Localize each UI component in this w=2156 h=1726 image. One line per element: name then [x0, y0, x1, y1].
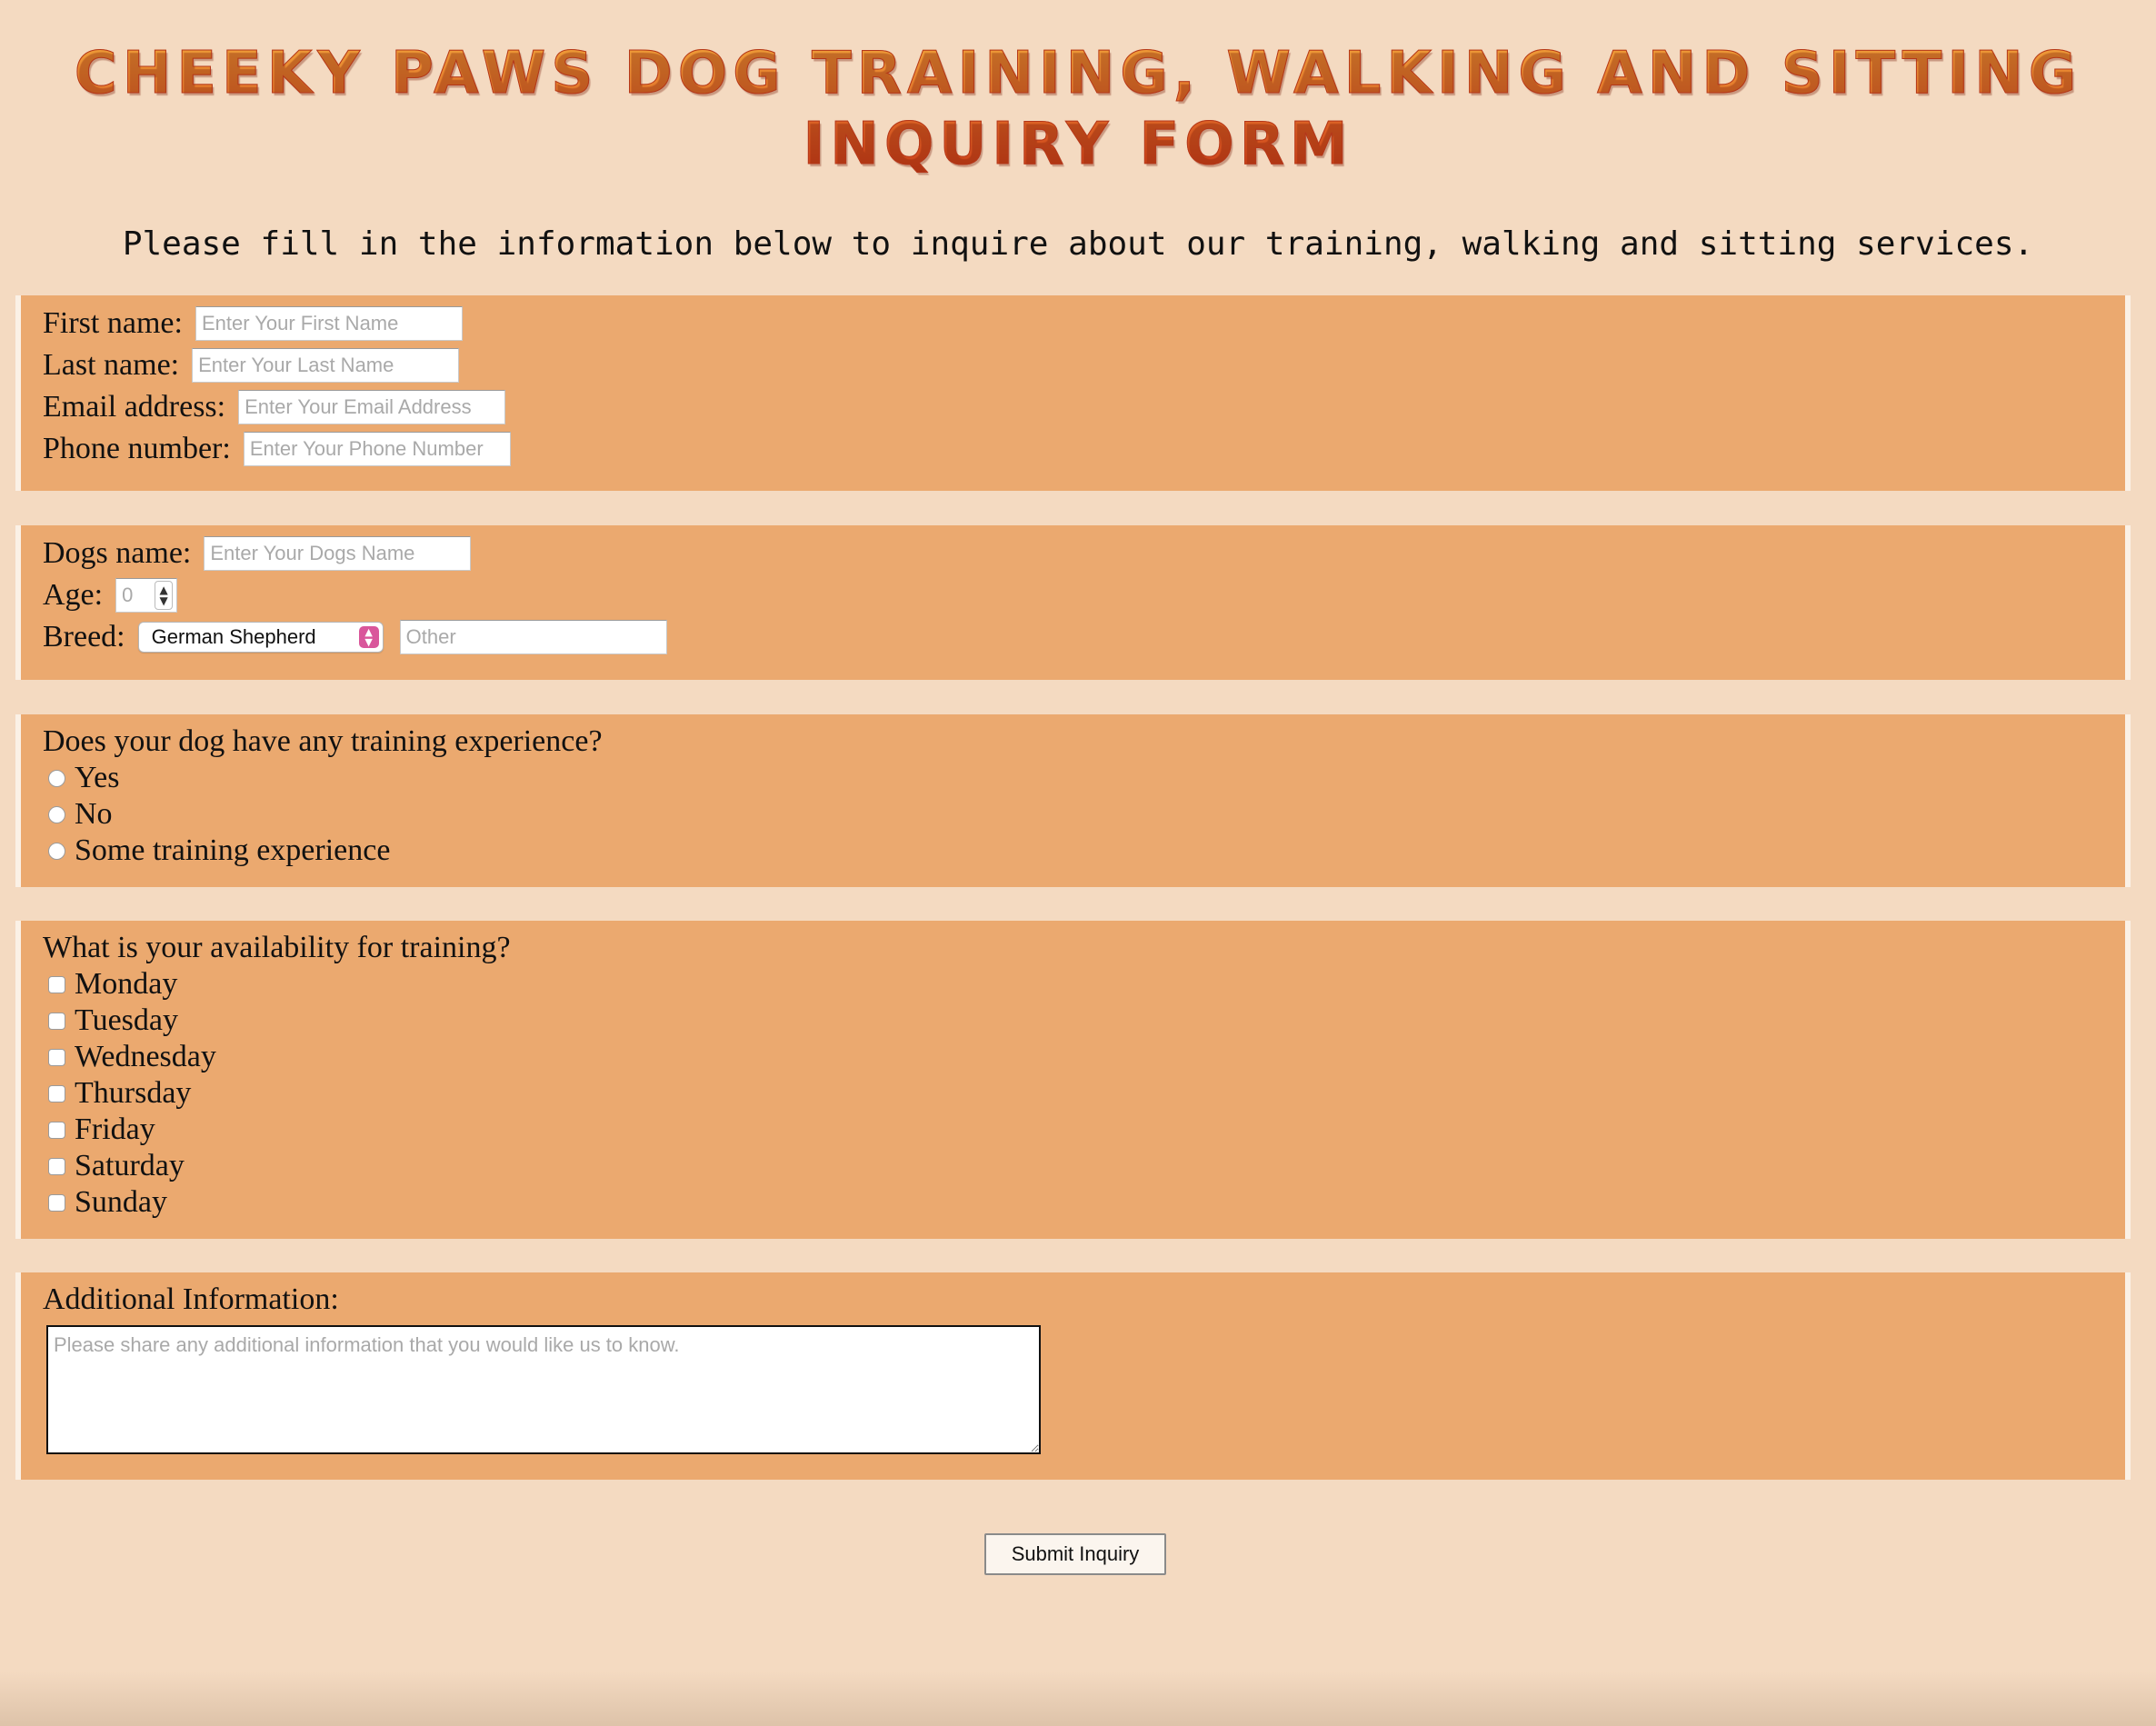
radio-label: No [75, 797, 113, 831]
day-option-sunday[interactable]: Sunday [43, 1184, 2125, 1221]
additional-info-label: Additional Information: [43, 1282, 339, 1316]
radio-some[interactable] [48, 842, 65, 860]
breed-selected-value: German Shepherd [151, 625, 316, 648]
dog-name-row: Dogs name: [43, 533, 2125, 574]
email-label: Email address: [43, 390, 226, 424]
phone-row: Phone number: [43, 428, 2125, 470]
day-option-tuesday[interactable]: Tuesday [43, 1003, 2125, 1039]
age-label: Age: [43, 578, 104, 612]
checkbox-friday[interactable] [48, 1121, 65, 1139]
training-option-yes[interactable]: Yes [43, 760, 2125, 796]
day-option-friday[interactable]: Friday [43, 1112, 2125, 1148]
training-experience-question: Does your dog have any training experien… [43, 724, 603, 758]
stepper-arrows-icon[interactable]: ▲ ▼ [155, 581, 174, 610]
checkbox-label: Wednesday [75, 1040, 216, 1073]
checkbox-saturday[interactable] [48, 1157, 65, 1175]
day-option-thursday[interactable]: Thursday [43, 1075, 2125, 1112]
additional-info-panel: Additional Information: [15, 1272, 2131, 1480]
phone-label: Phone number: [43, 432, 231, 465]
age-input[interactable] [122, 584, 150, 607]
radio-yes[interactable] [48, 769, 65, 787]
owner-info-panel: First name: Last name: Email address: Ph… [15, 295, 2131, 491]
breed-select[interactable]: German Shepherd ▲ ▼ [137, 622, 384, 653]
page-title: Cheeky Paws Dog Training, Walking and Si… [0, 38, 2156, 180]
age-stepper[interactable]: ▲▼ [115, 578, 178, 613]
availability-question: What is your availability for training? [43, 931, 511, 964]
breed-row: Breed: German Shepherd ▲ ▼ [43, 616, 2125, 658]
checkbox-label: Friday [75, 1112, 155, 1146]
window-bottom-shadow [0, 1671, 2156, 1726]
dog-name-input[interactable] [204, 536, 472, 571]
checkbox-wednesday[interactable] [48, 1048, 65, 1066]
last-name-label: Last name: [43, 348, 180, 382]
checkbox-sunday[interactable] [48, 1193, 65, 1212]
training-option-no[interactable]: No [43, 796, 2125, 833]
dog-name-label: Dogs name: [43, 536, 192, 570]
dog-info-panel: Dogs name: Age: ▲▼ Breed: German Shepher… [15, 525, 2131, 680]
checkbox-label: Thursday [75, 1076, 192, 1110]
checkbox-label: Tuesday [75, 1003, 178, 1037]
checkbox-label: Sunday [75, 1185, 167, 1219]
checkbox-thursday[interactable] [48, 1084, 65, 1102]
breed-label: Breed: [43, 620, 125, 653]
availability-panel: What is your availability for training? … [15, 921, 2131, 1239]
training-experience-panel: Does your dog have any training experien… [15, 714, 2131, 887]
checkbox-label: Saturday [75, 1149, 185, 1182]
first-name-label: First name: [43, 306, 183, 340]
additional-info-textarea[interactable] [46, 1325, 1041, 1454]
phone-input[interactable] [243, 432, 511, 466]
intro-text: Please fill in the information below to … [122, 225, 2034, 263]
radio-label: Some training experience [75, 833, 391, 867]
last-name-row: Last name: [43, 344, 2125, 386]
age-row: Age: ▲▼ [43, 574, 2125, 616]
chevron-up-down-icon: ▲ ▼ [358, 626, 379, 648]
day-option-monday[interactable]: Monday [43, 966, 2125, 1003]
checkbox-label: Monday [75, 967, 178, 1001]
radio-no[interactable] [48, 805, 65, 823]
day-option-saturday[interactable]: Saturday [43, 1148, 2125, 1184]
submit-inquiry-button[interactable]: Submit Inquiry [984, 1533, 1166, 1575]
first-name-row: First name: [43, 303, 2125, 344]
email-row: Email address: [43, 386, 2125, 428]
radio-label: Yes [75, 761, 120, 794]
checkbox-monday[interactable] [48, 975, 65, 993]
checkbox-tuesday[interactable] [48, 1012, 65, 1030]
training-option-some[interactable]: Some training experience [43, 833, 2125, 869]
last-name-input[interactable] [192, 348, 460, 383]
first-name-input[interactable] [195, 306, 463, 341]
day-option-wednesday[interactable]: Wednesday [43, 1039, 2125, 1075]
breed-other-input[interactable] [399, 620, 667, 654]
email-input[interactable] [238, 390, 506, 424]
